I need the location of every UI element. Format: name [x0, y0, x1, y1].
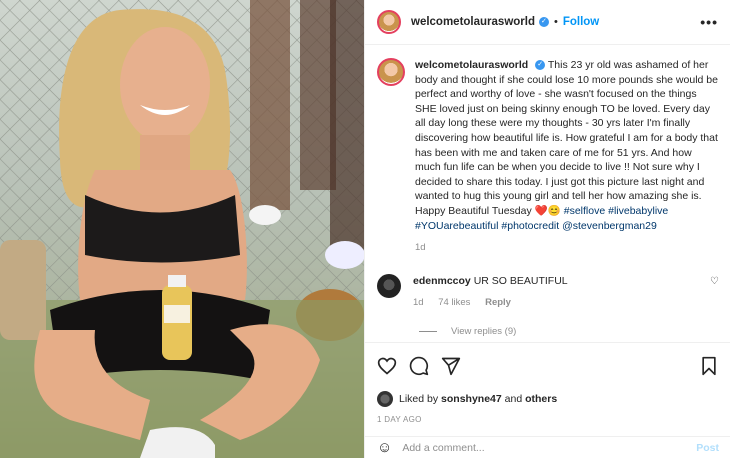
add-comment-bar: ☺ Add a comment... Post	[365, 436, 730, 458]
comments-section[interactable]: welcometolaurasworld ✓ This 23 yr old wa…	[365, 46, 730, 342]
caption-emojis: ❤️😊	[534, 204, 561, 217]
liked-by-label: Liked by	[399, 393, 439, 405]
liker-username[interactable]: sonshyne47	[441, 393, 502, 405]
caption-avatar[interactable]	[377, 58, 405, 86]
view-replies-button[interactable]: View replies (9)	[419, 326, 719, 337]
hashtag-livebabylive[interactable]: #livebabylive	[608, 205, 668, 217]
reply-button[interactable]: Reply	[485, 297, 511, 308]
comment-text: UR SO BEAUTIFUL	[473, 275, 568, 288]
emoji-smile-icon[interactable]: ☺	[377, 439, 392, 456]
separator-dot: •	[553, 16, 558, 28]
post-photo[interactable]	[0, 0, 364, 458]
hashtag-photocredit[interactable]: #photocredit	[501, 220, 559, 232]
commenter-username[interactable]: edenmccoy	[413, 275, 471, 287]
comment-input[interactable]: Add a comment...	[402, 442, 696, 454]
comment-item: edenmccoy UR SO BEAUTIFUL 1d 74 likes Re…	[377, 274, 719, 310]
likes-and: and	[504, 393, 523, 405]
comment-bubble-icon[interactable]	[409, 356, 429, 376]
post-header: welcometolaurasworld ✓ • Follow •••	[365, 0, 730, 45]
caption-username[interactable]: welcometolaurasworld	[415, 59, 528, 71]
liker-avatar[interactable]	[377, 391, 393, 407]
more-options-icon[interactable]: •••	[700, 14, 718, 30]
comment-like-heart-icon[interactable]: ♡	[710, 276, 719, 287]
save-bookmark-icon[interactable]	[699, 356, 719, 376]
commenter-avatar[interactable]	[377, 274, 401, 299]
comment-meta: 1d 74 likes Reply	[413, 296, 710, 310]
caption-text: welcometolaurasworld ✓ This 23 yr old wa…	[415, 58, 719, 233]
verified-badge-icon: ✓	[538, 17, 549, 27]
post-sidebar: welcometolaurasworld ✓ • Follow ••• welc…	[364, 0, 730, 458]
likes-others[interactable]: others	[525, 393, 557, 405]
caption: welcometolaurasworld ✓ This 23 yr old wa…	[377, 58, 719, 233]
view-replies-label: View replies (9)	[451, 326, 517, 338]
mention-stevenbergman29[interactable]: @stevenbergman29	[562, 220, 657, 232]
hashtag-selflove[interactable]: #selflove	[564, 205, 605, 217]
photo-illustration	[0, 0, 364, 458]
hashtag-youarebeautiful[interactable]: #YOUarebeautiful	[415, 220, 498, 232]
likes-summary: Liked by sonshyne47 and others	[377, 391, 719, 407]
caption-age: 1d	[415, 242, 426, 254]
replies-divider	[419, 331, 437, 333]
follow-button[interactable]: Follow	[563, 16, 599, 28]
post-actions: Liked by sonshyne47 and others 1 DAY AGO	[365, 342, 730, 424]
caption-body: This 23 yr old was ashamed of her body a…	[415, 59, 718, 217]
like-heart-icon[interactable]	[377, 356, 397, 376]
author-avatar[interactable]	[377, 10, 401, 34]
author-username[interactable]: welcometolaurasworld	[411, 16, 535, 28]
post-date: 1 DAY AGO	[377, 415, 422, 424]
comment-age: 1d	[413, 297, 424, 309]
caption-verified-icon: ✓	[535, 60, 546, 71]
post-comment-button[interactable]: Post	[696, 442, 719, 454]
share-send-icon[interactable]	[441, 356, 461, 376]
comment-likes[interactable]: 74 likes	[438, 297, 470, 308]
